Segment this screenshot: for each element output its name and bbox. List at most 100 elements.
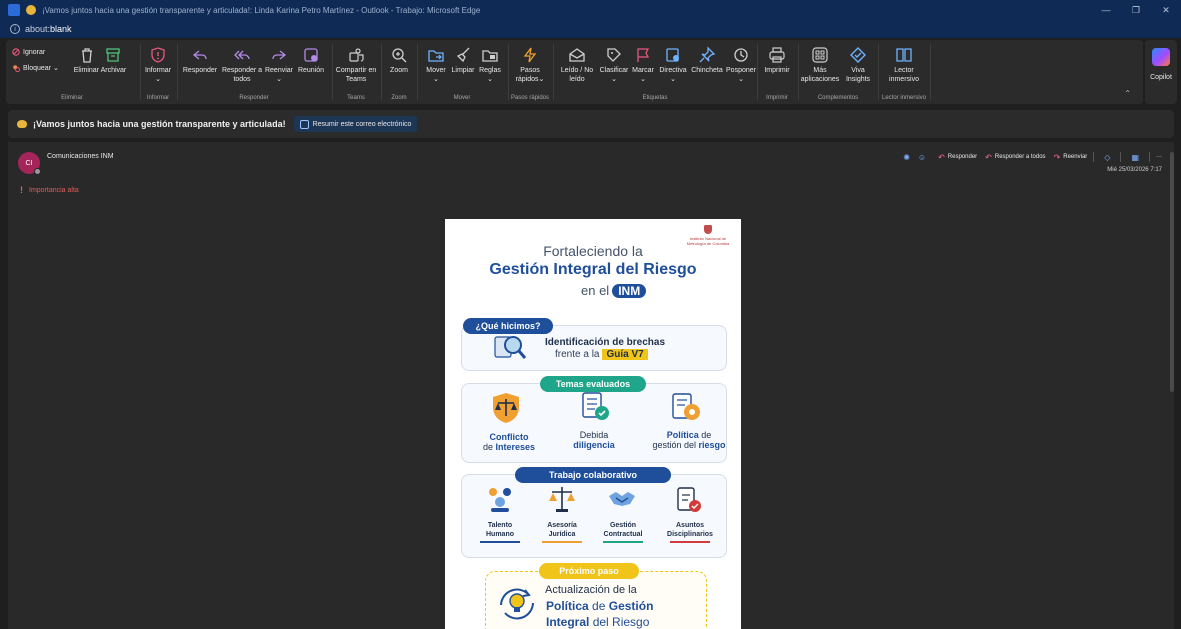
url-text[interactable]: about:blank xyxy=(25,24,72,34)
summarize-button[interactable]: Resumir este correo electrónico xyxy=(293,116,418,132)
reply-all-button[interactable]: Responder a todos xyxy=(221,46,263,84)
bloquear-button[interactable]: Bloquear ⌄ xyxy=(12,64,59,72)
forward-button[interactable]: Reenviar ⌄ xyxy=(263,46,295,84)
avatar[interactable]: CI xyxy=(18,152,41,175)
quick-steps-button[interactable]: Pasos rápidos⌄ xyxy=(510,46,550,84)
handshake-icon xyxy=(609,492,635,506)
collapse-ribbon-icon[interactable]: ⌃ xyxy=(1124,89,1131,98)
ribbon-separator xyxy=(553,44,554,100)
snooze-button[interactable]: Posponer ⌄ xyxy=(725,46,757,84)
copilot-icon xyxy=(1152,48,1170,66)
poster-title-line2: Gestión Integral del Riesgo xyxy=(489,261,697,278)
block-icon xyxy=(13,65,20,72)
exclamation-icon: ! xyxy=(20,185,23,195)
viva-insights-icon[interactable]: ◇ xyxy=(1104,153,1110,162)
divider xyxy=(1149,152,1150,162)
info-icon[interactable]: i xyxy=(10,24,20,34)
group-complementos: Más aplicaciones Viva Insights Complemen… xyxy=(800,40,876,104)
trash-icon xyxy=(82,48,92,63)
group-lector-inmersivo: Lector inmersivo Lector inmersivo xyxy=(880,40,928,104)
policy-button[interactable]: Directiva ⌄ xyxy=(657,46,689,84)
sweep-button[interactable]: Limpiar xyxy=(450,46,476,75)
forward-action[interactable]: Reenviar xyxy=(1063,154,1087,160)
forward-icon: ↷ xyxy=(1053,152,1061,162)
trabajo-tag: Trabajo colaborativo xyxy=(515,467,671,483)
ribbon-separator xyxy=(140,44,141,100)
group-teams: Compartir en Teams Teams xyxy=(334,40,378,104)
pin-button[interactable]: Chincheta xyxy=(689,46,725,75)
window-titlebar: ¡Vamos juntos hacia una gestión transpar… xyxy=(0,0,1181,20)
collab-gestion-contractual: Gestión Contractual xyxy=(595,521,651,543)
ribbon-separator xyxy=(930,44,931,100)
informar-button[interactable]: Informar ⌄ xyxy=(142,46,174,84)
categorize-button[interactable]: Clasificar ⌄ xyxy=(599,46,629,84)
tema-debida-diligencia: Debida diligencia xyxy=(573,430,615,450)
flag-button[interactable]: Marcar ⌄ xyxy=(629,46,657,84)
sender-name[interactable]: Comunicaciones INM xyxy=(47,153,114,160)
ribbon-separator xyxy=(417,44,418,100)
scales-shield-icon xyxy=(493,393,519,423)
scales-icon xyxy=(549,487,575,512)
subject-bar: ¡Vamos juntos hacia una gestión transpar… xyxy=(8,110,1174,138)
eliminar-archivar-button[interactable]: Eliminar Archivar xyxy=(68,46,132,75)
forward-icon xyxy=(272,50,287,60)
rules-icon xyxy=(482,50,498,62)
immersive-reader-icon xyxy=(896,48,912,62)
reply-all-action[interactable]: Responder a todos xyxy=(995,154,1046,160)
message-actions: ✺ ☺ ↶ Responder ↶ Responder a todos ↷ Re… xyxy=(899,152,1162,162)
reply-action[interactable]: Responder xyxy=(948,154,977,160)
archive-icon xyxy=(106,48,120,62)
more-options-icon[interactable]: ··· xyxy=(1156,154,1162,160)
clock-icon xyxy=(734,48,748,62)
lightbulb-refresh-icon xyxy=(500,588,534,620)
move-button[interactable]: Mover ⌄ xyxy=(423,46,449,84)
share-teams-button[interactable]: Compartir en Teams xyxy=(334,46,378,84)
maximize-icon[interactable]: ❐ xyxy=(1121,0,1151,20)
emoji-reaction-icon[interactable]: ☺ xyxy=(918,153,926,162)
message-pane: CI Comunicaciones INM ! Importancia alta… xyxy=(8,142,1174,629)
ribbon-separator xyxy=(508,44,509,100)
rules-button[interactable]: Reglas ⌄ xyxy=(477,46,503,84)
shield-alert-icon xyxy=(151,47,165,63)
people-gear-icon xyxy=(489,488,511,512)
group-pasos-rapidos: Pasos rápidos⌄ Pasos rápidos xyxy=(510,40,550,104)
message-date: Mié 25/03/2026 7:17 xyxy=(1107,167,1162,173)
minimize-icon[interactable]: — xyxy=(1091,0,1121,20)
ribbon-toolbar: Ignorar Bloquear ⌄ Eliminar Archivar Eli… xyxy=(6,40,1143,104)
table-icon[interactable]: ▦ xyxy=(1131,153,1139,162)
reply-button[interactable]: Responder xyxy=(181,46,219,75)
inm-crest-icon xyxy=(704,225,712,234)
poster-title-line3: en el INM xyxy=(581,283,647,298)
read-unread-button[interactable]: Leído / No leído xyxy=(555,46,599,84)
collab-talento-humano: Talento Humano xyxy=(475,521,525,543)
meeting-button[interactable]: Reunión xyxy=(295,46,327,75)
infographic-image: Instituto Nacional de Metrología de Colo… xyxy=(445,219,741,629)
tag-icon xyxy=(607,48,621,62)
address-bar[interactable]: i about:blank xyxy=(0,20,1181,38)
checklist-icon xyxy=(582,392,609,420)
reply-icon xyxy=(192,50,207,60)
summarize-icon xyxy=(299,119,309,129)
scrollbar[interactable] xyxy=(1170,152,1174,392)
viva-insights-button[interactable]: Viva Insights xyxy=(840,46,876,84)
zoom-button[interactable]: Zoom xyxy=(383,46,415,75)
ignorar-button[interactable]: Ignorar xyxy=(12,48,45,56)
group-informar: Informar ⌄ Informar xyxy=(142,40,174,104)
printer-icon xyxy=(769,47,785,63)
print-button[interactable]: Imprimir xyxy=(759,46,795,75)
magnifier-document-icon xyxy=(494,336,527,359)
handshake-emoji-icon xyxy=(26,5,36,15)
copilot-button[interactable]: Copilot xyxy=(1145,40,1177,104)
flag-icon xyxy=(637,48,650,62)
ignore-icon xyxy=(12,48,20,56)
policy-gear-icon xyxy=(672,393,700,420)
tema-politica: Política de gestión del riesgo xyxy=(652,430,726,450)
calendar-reply-icon xyxy=(304,48,318,62)
more-apps-button[interactable]: Más aplicaciones xyxy=(800,46,840,84)
close-icon[interactable]: ✕ xyxy=(1151,0,1181,20)
envelope-open-icon xyxy=(569,48,585,62)
sparkle-icon[interactable]: ✺ xyxy=(903,153,910,162)
poster-title-line1: Fortaleciendo la xyxy=(543,243,643,259)
apps-grid-icon xyxy=(812,47,828,63)
immersive-reader-button[interactable]: Lector inmersivo xyxy=(880,46,928,84)
